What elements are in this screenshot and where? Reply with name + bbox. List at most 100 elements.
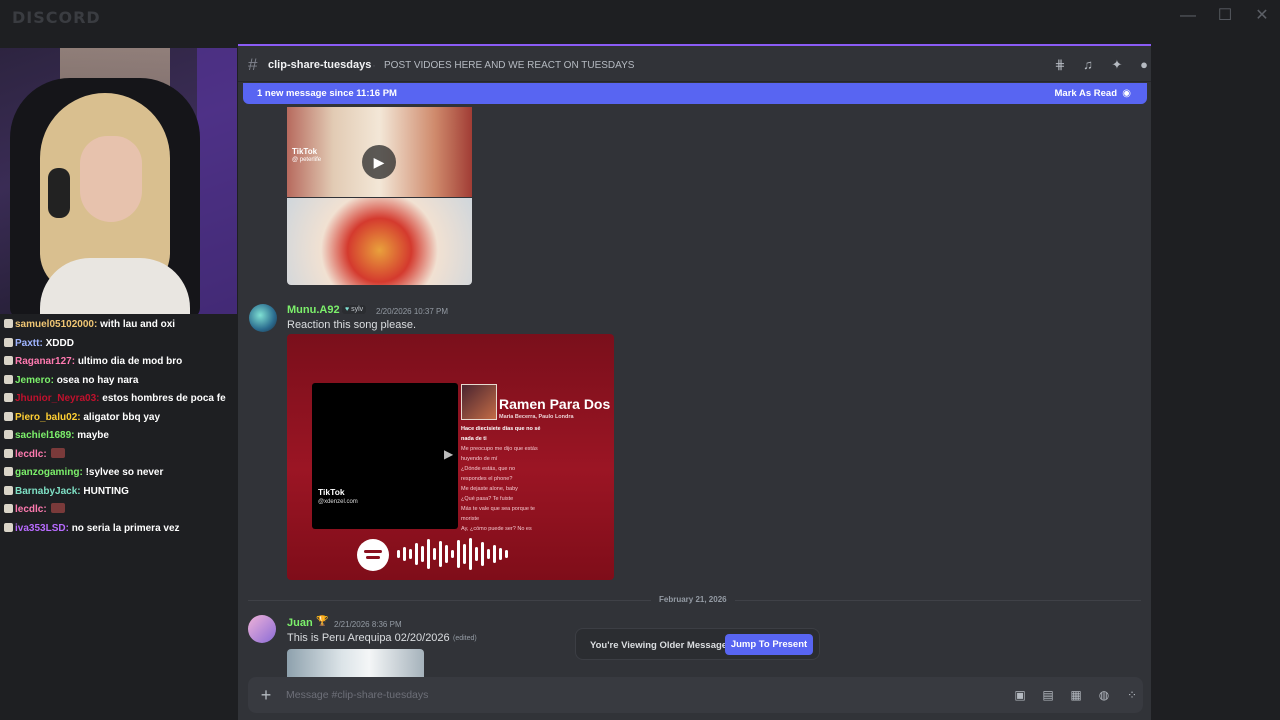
maximize-icon[interactable]: ☐ (1214, 6, 1236, 26)
chat-message: sachiel1689: maybe (0, 427, 237, 446)
chat-message: lecdlc: (0, 446, 237, 465)
wave-bar (427, 539, 430, 569)
wave-bar (445, 545, 448, 563)
apps-icon[interactable]: ⁘ (1124, 687, 1140, 703)
wave-bar (409, 549, 412, 559)
chat-message: ganzogaming: !sylvee so never (0, 464, 237, 483)
video-attachment[interactable]: ▶ TikTok @ peterlife (287, 107, 472, 197)
trophy-icon: 🏆 (316, 616, 329, 627)
chat-message: Paxtt: XDDD (0, 335, 237, 354)
add-attachment-icon[interactable]: + (256, 685, 276, 705)
older-messages-label: You're Viewing Older Messages (590, 640, 733, 651)
lyric-line: moriste (461, 516, 480, 522)
new-messages-text: 1 new message since 11:16 PM (257, 88, 397, 99)
chat-username[interactable]: sachiel1689: (15, 430, 75, 441)
stream-chat: samuel05102000: with lau and oxi Paxtt: X… (0, 316, 237, 720)
message-author[interactable]: Juan (287, 617, 313, 629)
sub-badge-icon (4, 448, 13, 458)
mute-bell-icon[interactable]: ♫ (1081, 58, 1095, 72)
lyric-line: respondes el phone? (461, 476, 513, 482)
chat-username[interactable]: Jemero: (15, 375, 54, 386)
lyric-line: huyendo de mí (461, 456, 498, 462)
emoji-icon[interactable]: ◍ (1096, 687, 1112, 703)
wave-bar (475, 547, 478, 561)
jump-to-present-button[interactable]: Jump To Present (725, 634, 813, 655)
wave-bar (463, 544, 466, 564)
chat-message: Jhunior_Neyra03: estos hombres de poca f… (0, 390, 237, 409)
wave-bar (457, 540, 460, 568)
wave-bar (433, 548, 436, 560)
date-divider: February 21, 2026 (651, 595, 735, 604)
emote-icon (51, 447, 66, 458)
sub-badge-icon (4, 411, 13, 421)
sub-badge-icon (4, 319, 13, 328)
sticker-icon[interactable]: ▦ (1068, 687, 1084, 703)
message-timestamp: 2/21/2026 8:36 PM (334, 620, 402, 629)
sub-badge-icon (4, 485, 13, 495)
avatar[interactable] (248, 615, 276, 643)
member-list-icon[interactable]: ● (1137, 58, 1151, 72)
wave-bar (421, 546, 424, 562)
tiktok-watermark-user: @ peterlife (292, 157, 322, 163)
topic-separator: · (372, 58, 376, 72)
play-icon[interactable]: ▶ (362, 145, 396, 179)
gift-icon[interactable]: ▣ (1012, 687, 1028, 703)
tiktok-label: TikTok (318, 487, 345, 497)
chat-username[interactable]: iva353LSD: (15, 523, 69, 534)
message-timestamp: 2/20/2026 10:37 PM (376, 307, 449, 316)
emote-icon (51, 503, 66, 513)
chat-username[interactable]: Paxtt: (15, 338, 43, 349)
message-input[interactable] (286, 685, 986, 705)
tiktok-watermark: TikTok (292, 147, 318, 156)
chat-username[interactable]: Piero_balu02: (15, 412, 81, 423)
chat-username[interactable]: Raganar127: (15, 356, 75, 367)
lyric-line: Me dejaste alone, baby (461, 486, 518, 492)
chat-text: no seria la primera vez (71, 522, 180, 534)
image-attachment[interactable] (287, 198, 472, 285)
tiktok-user: @xdenzel.com (318, 499, 358, 505)
wave-bar (499, 548, 502, 560)
chat-text: maybe (77, 430, 109, 441)
play-icon[interactable]: ▶ (444, 447, 458, 461)
minimize-icon[interactable]: — (1177, 6, 1199, 26)
wave-bar (415, 543, 418, 565)
sub-badge-icon (4, 393, 13, 402)
hashtag-icon: # (248, 55, 258, 74)
chat-username[interactable]: BarnabyJack: (15, 486, 81, 497)
lyric-line: ¿Qué pasa? Te fuiste (461, 496, 514, 502)
image-attachment[interactable] (287, 649, 424, 678)
pin-icon[interactable]: ✦ (1110, 58, 1124, 72)
channel-header: # clip-share-tuesdays · POST VIDOES HERE… (238, 48, 1151, 82)
tiktok-video[interactable]: ▶ TikTok @xdenzel.com (312, 383, 458, 529)
spotify-icon (357, 539, 389, 571)
wave-bar (505, 550, 508, 558)
message-composer: + ▣ ▤ ▦ ◍ ⁘ (248, 677, 1143, 713)
chat-text: !sylvee so never (85, 467, 164, 478)
close-icon[interactable]: ✕ (1251, 6, 1273, 26)
video-embed[interactable]: ▶ TikTok @xdenzel.com Ramen Para Dos Mar… (287, 334, 614, 580)
mark-as-read-button[interactable]: Mark As Read (1055, 88, 1117, 99)
sub-badge-icon (4, 467, 13, 476)
chat-username[interactable]: ganzogaming: (15, 467, 83, 478)
discord-window: # clip-share-tuesdays · POST VIDOES HERE… (238, 44, 1151, 720)
channel-topic: POST VIDOES HERE AND WE REACT ON TUESDAY… (384, 60, 635, 71)
lyric-line: Más te vale que sea porque te (461, 506, 535, 512)
avatar[interactable] (249, 304, 277, 332)
message-text: This is Peru Arequipa 02/20/2026 (287, 632, 450, 644)
lyric-line: Hace diecisiete días que no sé (461, 426, 541, 432)
chat-text: XDDD (45, 337, 74, 349)
wave-bar (469, 538, 472, 570)
gif-icon[interactable]: ▤ (1040, 687, 1056, 703)
chat-message: BarnabyJack: HUNTING (0, 483, 237, 502)
chat-username[interactable]: lecdlc: (15, 449, 47, 460)
chat-username[interactable]: lecdlc: (15, 504, 47, 515)
chat-message: Jemero: osea no hay nara (0, 372, 237, 391)
chat-username[interactable]: samuel05102000: (15, 319, 97, 330)
mark-read-icon[interactable]: ◉ (1122, 88, 1131, 99)
message-author[interactable]: Munu.A92 (287, 304, 340, 316)
wave-bar (451, 550, 454, 558)
chat-text: aligator bbq yay (83, 411, 161, 423)
chat-username[interactable]: Jhunior_Neyra03: (15, 393, 99, 404)
threads-icon[interactable]: ⋕ (1053, 58, 1067, 72)
new-messages-bar[interactable]: 1 new message since 11:16 PM Mark As Rea… (243, 83, 1147, 104)
